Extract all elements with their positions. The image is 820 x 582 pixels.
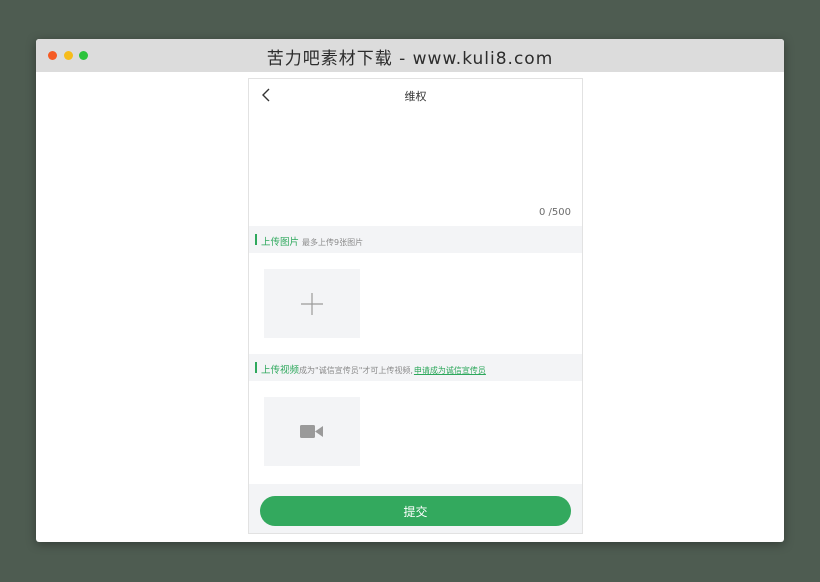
nav-bar: 维权 bbox=[249, 79, 582, 111]
section-accent-bar bbox=[255, 362, 257, 373]
apply-promoter-link[interactable]: 申请成为诚信宣传员 bbox=[414, 366, 486, 375]
video-section-label: 上传视频 bbox=[261, 365, 300, 376]
window-title: 苦力吧素材下载 - www.kuli8.com bbox=[266, 49, 554, 69]
complaint-textarea[interactable] bbox=[249, 111, 582, 225]
add-photo-button[interactable] bbox=[264, 269, 360, 338]
page-title: 维权 bbox=[404, 90, 427, 103]
plus-icon bbox=[301, 293, 323, 315]
window-titlebar: 苦力吧素材下载 - www.kuli8.com bbox=[36, 39, 784, 72]
photo-section-header: 上传图片 最多上传9张图片 bbox=[249, 226, 582, 253]
photo-section-label: 上传图片 bbox=[261, 237, 300, 248]
section-accent-bar bbox=[255, 234, 257, 245]
char-counter: 0 /500 bbox=[539, 207, 571, 218]
browser-window: 苦力吧素材下载 - www.kuli8.com 维权 0 /500 上传图片 最多… bbox=[36, 39, 784, 542]
photo-section-hint: 最多上传9张图片 bbox=[302, 238, 364, 247]
video-camera-icon bbox=[300, 425, 323, 438]
video-section-hint: 成为"诚信宣传员"才可上传视频, bbox=[299, 366, 413, 375]
mobile-page: 维权 0 /500 上传图片 最多上传9张图片 上传视频成为"诚信宣传员"才可上传… bbox=[248, 78, 583, 534]
add-video-button[interactable] bbox=[264, 397, 360, 466]
submit-button[interactable]: 提交 bbox=[260, 496, 571, 526]
photo-section-title: 上传图片 最多上传9张图片 bbox=[261, 234, 363, 248]
video-section-title: 上传视频成为"诚信宣传员"才可上传视频,申请成为诚信宣传员 bbox=[261, 362, 486, 376]
video-section-header: 上传视频成为"诚信宣传员"才可上传视频,申请成为诚信宣传员 bbox=[249, 354, 582, 381]
